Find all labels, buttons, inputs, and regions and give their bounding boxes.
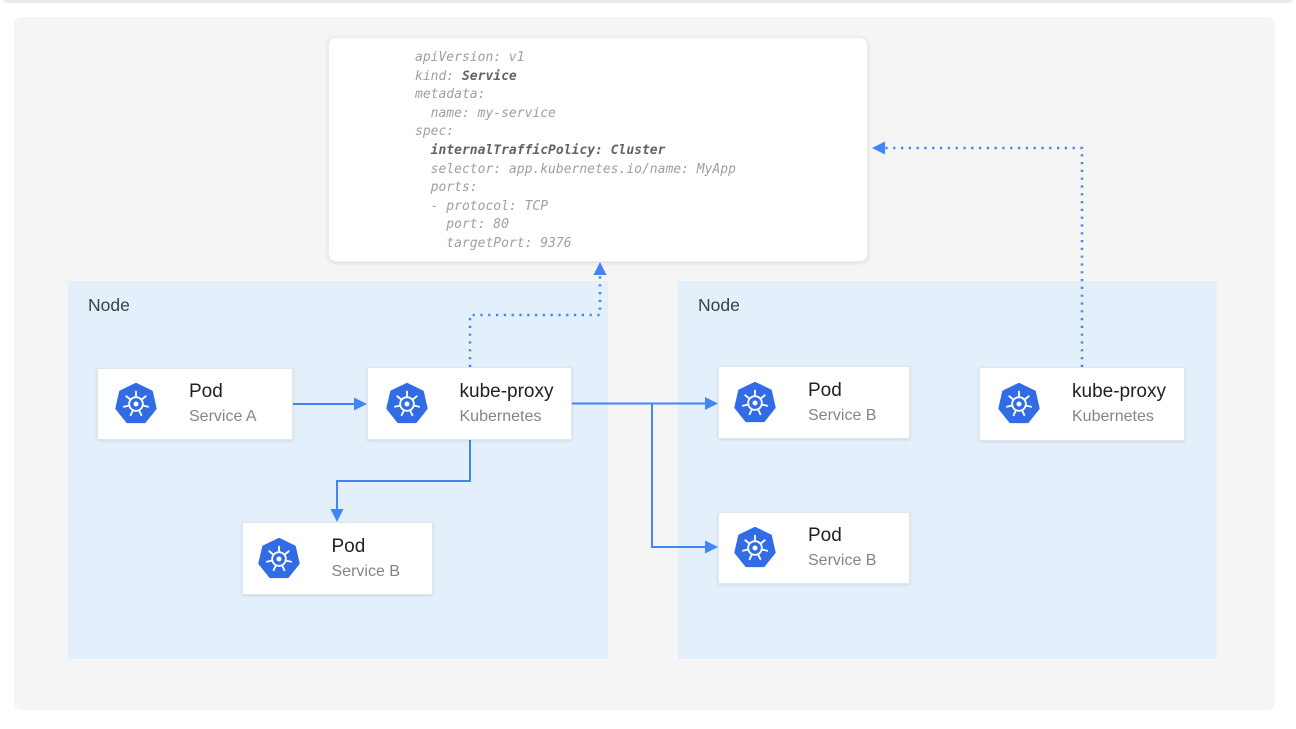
yaml-code-line: selector: app.kubernetes.io/name: MyApp (415, 161, 867, 180)
card-title: Pod (808, 524, 894, 548)
yaml-code-line: metadata: (415, 86, 867, 105)
node-box-left: Node (68, 281, 608, 659)
yaml-code-line: spec: (415, 123, 867, 142)
yaml-code-line: - protocol: TCP (415, 198, 867, 217)
kubernetes-icon (998, 382, 1040, 426)
yaml-code-line: internalTrafficPolicy: Cluster (415, 142, 867, 161)
card-subtitle: Service B (808, 550, 894, 572)
kubernetes-icon (115, 382, 157, 426)
card-title: kube-proxy (1072, 380, 1166, 404)
yaml-code-line: name: my-service (415, 105, 867, 124)
kubernetes-icon (386, 382, 428, 426)
pod-service-b-card-left: Pod Service B (242, 522, 433, 595)
kube-proxy-card-right: kube-proxy Kubernetes (979, 367, 1185, 441)
yaml-code-line: kind: Service (415, 68, 867, 87)
card-title: Pod (189, 380, 275, 404)
kube-proxy-card-left: kube-proxy Kubernetes (367, 367, 572, 440)
page-top-border (4, 0, 1292, 3)
card-subtitle: Service A (189, 406, 275, 428)
yaml-code-line: apiVersion: v1 (415, 49, 867, 68)
kubernetes-icon (734, 526, 776, 570)
kubernetes-icon (734, 381, 776, 425)
card-title: Pod (808, 379, 894, 403)
node-box-right: Node (678, 281, 1217, 659)
pod-service-b-card-right-1: Pod Service B (718, 366, 910, 439)
node-label: Node (88, 295, 130, 316)
yaml-code-line: ports: (415, 179, 867, 198)
pod-service-b-card-right-2: Pod Service B (718, 512, 910, 584)
yaml-code: apiVersion: v1kind: Servicemetadata: nam… (415, 49, 867, 254)
yaml-code-line: targetPort: 9376 (415, 235, 867, 254)
card-subtitle: Service B (808, 405, 894, 427)
pod-service-a-card: Pod Service A (97, 368, 293, 440)
card-title: kube-proxy (460, 380, 554, 404)
card-title: Pod (332, 535, 418, 559)
card-subtitle: Kubernetes (460, 406, 554, 428)
card-subtitle: Service B (332, 561, 418, 583)
service-yaml-card: apiVersion: v1kind: Servicemetadata: nam… (328, 37, 868, 262)
yaml-code-line: port: 80 (415, 216, 867, 235)
node-label: Node (698, 295, 740, 316)
card-subtitle: Kubernetes (1072, 406, 1166, 428)
kubernetes-icon (258, 537, 300, 581)
